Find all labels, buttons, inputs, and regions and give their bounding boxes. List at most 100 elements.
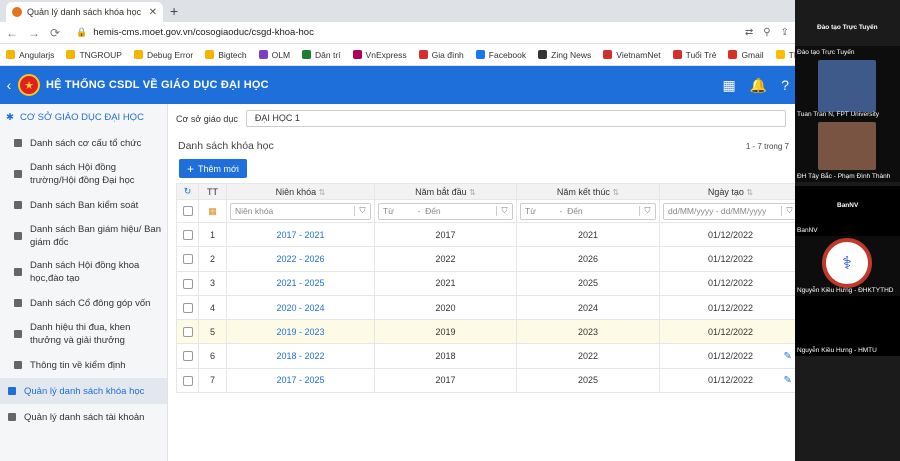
row-checkbox[interactable] bbox=[182, 229, 193, 240]
created-date-cell: 01/12/2022 bbox=[659, 221, 802, 248]
tile-label-center: BanNV bbox=[837, 202, 859, 209]
bookmark-label: Dân trí bbox=[315, 49, 341, 60]
refresh-icon[interactable]: ↻ bbox=[184, 186, 192, 196]
sort-icon[interactable]: ⇅ bbox=[319, 188, 326, 197]
refresh-header[interactable]: ↻ bbox=[176, 183, 199, 200]
table-row[interactable]: 4 2020 - 2024 2020 2024 01/12/2022 bbox=[176, 294, 813, 321]
end-year-header[interactable]: Năm kết thúc ⇅ bbox=[516, 183, 660, 200]
end-year-cell: 2022 bbox=[516, 343, 660, 369]
table-row[interactable]: 1 2017 - 2021 2017 2021 01/12/2022 bbox=[176, 221, 813, 248]
sidebar-item-course-list[interactable]: Quản lý danh sách khóa học bbox=[0, 378, 167, 404]
edit-icon[interactable]: ✎ bbox=[783, 375, 791, 386]
sidebar-item[interactable]: Danh sách Ban giám hiệu/ Ban giám đốc bbox=[0, 218, 167, 254]
bookmark-item[interactable]: Facebook bbox=[475, 50, 526, 60]
nien-khoa-header[interactable]: Niên khóa ⇅ bbox=[226, 183, 375, 200]
nien-khoa-filter[interactable]: Niên khóa ⛉ bbox=[230, 202, 371, 220]
forward-arrow-icon[interactable]: → bbox=[28, 26, 40, 40]
zoom-icon[interactable]: ⚲ bbox=[763, 27, 770, 38]
bookmark-icon bbox=[603, 50, 613, 59]
filter-icon[interactable]: ⛉ bbox=[354, 206, 370, 216]
to-placeholder: Đến bbox=[425, 206, 441, 216]
table-row[interactable]: 62018 - 20222018202201/12/2022✎🗑⋮ bbox=[176, 343, 831, 369]
browser-tab[interactable]: Quản lý danh sách khóa học - H ✕ bbox=[6, 2, 163, 22]
nien-khoa-link[interactable]: 2017 - 2021 bbox=[226, 221, 375, 248]
sidebar-heading[interactable]: ✱ CƠ SỞ GIÁO DỤC ĐẠI HỌC bbox=[0, 104, 167, 130]
sidebar-item[interactable]: Danh hiệu thi đua, khen thưởng và giải t… bbox=[0, 316, 167, 352]
bookmark-item[interactable]: TEAM bbox=[775, 50, 795, 60]
filter-icon[interactable]: ⛉ bbox=[639, 206, 655, 216]
bookmark-item[interactable]: Bigtech bbox=[205, 50, 247, 60]
institution-select[interactable]: ĐẠI HỌC 1 bbox=[245, 110, 786, 127]
created-date-header[interactable]: Ngày tạo ⇅ bbox=[659, 183, 802, 200]
row-checkbox[interactable] bbox=[182, 302, 193, 313]
table-row[interactable]: 3 2021 - 2025 2021 2025 01/12/2022 bbox=[176, 270, 813, 296]
translate-icon[interactable]: ⇄ bbox=[745, 27, 753, 38]
row-checkbox[interactable] bbox=[182, 375, 193, 386]
bookmark-item[interactable]: VnExpress bbox=[352, 50, 407, 60]
video-tile[interactable]: BanNV BanNV bbox=[795, 186, 900, 236]
sidebar-item[interactable]: Danh sách cơ cấu tổ chức bbox=[0, 130, 167, 156]
sort-icon[interactable]: ⇅ bbox=[746, 188, 753, 197]
table-row[interactable]: 72017 - 20252017202501/12/2022✎🗑⋮ bbox=[176, 367, 831, 394]
back-arrow-icon[interactable]: ← bbox=[6, 26, 18, 40]
nien-khoa-link[interactable]: 2021 - 2025 bbox=[226, 270, 375, 296]
nien-khoa-link[interactable]: 2022 - 2026 bbox=[226, 246, 375, 272]
sidebar-item[interactable]: Danh sách Ban kiểm soát bbox=[0, 192, 167, 218]
collapse-sidebar-icon[interactable]: ‹ bbox=[0, 77, 18, 93]
bookmark-icon bbox=[6, 50, 15, 59]
nien-khoa-link[interactable]: 2019 - 2023 bbox=[226, 319, 375, 345]
video-tile[interactable]: Đào tạo Trực Tuyến Tuan Tran N, FPT Univ… bbox=[795, 46, 900, 120]
nien-khoa-link[interactable]: 2020 - 2024 bbox=[226, 294, 375, 321]
reload-icon[interactable]: ⟳ bbox=[50, 26, 60, 40]
add-new-button[interactable]: + Thêm mới bbox=[179, 159, 247, 178]
video-tile[interactable]: ĐH Tây Bắc - Phạm Đình Thành bbox=[795, 120, 900, 182]
video-tile[interactable]: ⚕ Nguyễn Kiều Hưng - ĐHKTYTHD bbox=[795, 236, 900, 296]
bookmark-icon bbox=[475, 50, 485, 59]
bookmark-item[interactable]: Angularjs bbox=[6, 50, 54, 60]
start-year-filter[interactable]: Từ - Đến ⛉ bbox=[378, 202, 513, 220]
bookmark-item[interactable]: VietnamNet bbox=[603, 50, 661, 60]
sort-icon[interactable]: ⇅ bbox=[469, 188, 476, 197]
start-year-header[interactable]: Năm bắt đầu ⇅ bbox=[374, 183, 517, 200]
start-year-cell: 2017 bbox=[374, 221, 517, 248]
select-all-checkbox[interactable] bbox=[182, 206, 193, 217]
bookmark-item[interactable]: TNGROUP bbox=[66, 50, 122, 60]
end-year-cell: 2026 bbox=[516, 246, 660, 272]
created-date-filter[interactable]: dd/MM/yyyy - dd/MM/yyyy ⛉ bbox=[663, 202, 798, 220]
apps-grid-icon[interactable]: ▦ bbox=[723, 77, 736, 94]
sort-icon[interactable]: ⇅ bbox=[612, 188, 619, 197]
nien-khoa-link[interactable]: 2017 - 2025 bbox=[226, 367, 375, 394]
bookmark-item[interactable]: OLM bbox=[258, 50, 290, 60]
row-checkbox[interactable] bbox=[182, 278, 193, 289]
sidebar-item-label: Danh hiệu thi đua, khen thưởng và giải t… bbox=[30, 322, 131, 346]
sidebar-item-accounts[interactable]: Quản lý danh sách tài khoản bbox=[0, 404, 167, 430]
row-checkbox[interactable] bbox=[182, 254, 193, 265]
edit-icon[interactable]: ✎ bbox=[783, 351, 791, 362]
table-row[interactable]: 5 2019 - 2023 2019 2023 01/12/2022 bbox=[176, 319, 813, 345]
sidebar-item[interactable]: Danh sách Hội đồng trường/Hội đồng Đại h… bbox=[0, 156, 167, 192]
row-checkbox[interactable] bbox=[182, 351, 193, 362]
main-content: Cơ sở giáo dục ĐẠI HỌC 1 Danh sách khóa … bbox=[170, 104, 831, 461]
row-checkbox[interactable] bbox=[182, 327, 193, 338]
notification-bell-icon[interactable]: 🔔 bbox=[750, 77, 767, 94]
sidebar-item[interactable]: Danh sách Hội đồng khoa học,đào tạo bbox=[0, 254, 167, 290]
bookmark-item[interactable]: Gmail bbox=[728, 50, 764, 60]
help-icon[interactable]: ? bbox=[781, 77, 789, 93]
video-tile[interactable]: Nguyễn Kiều Hưng - HMTU bbox=[795, 296, 900, 356]
bookmark-item[interactable]: Debug Error bbox=[133, 50, 193, 60]
end-year-filter[interactable]: Từ - Đến ⛉ bbox=[520, 202, 656, 220]
column-chooser-icon[interactable]: ▦ bbox=[208, 206, 217, 216]
new-tab-icon[interactable]: + bbox=[170, 3, 178, 19]
share-icon[interactable]: ⇪ bbox=[781, 27, 789, 38]
filter-icon[interactable]: ⛉ bbox=[496, 206, 512, 216]
sidebar-item[interactable]: Thông tin về kiểm định bbox=[0, 352, 167, 378]
bookmark-item[interactable]: Zing News bbox=[538, 50, 591, 60]
bookmark-item[interactable]: Dân trí bbox=[302, 50, 341, 60]
nien-khoa-link[interactable]: 2018 - 2022 bbox=[226, 343, 375, 369]
close-tab-icon[interactable]: ✕ bbox=[149, 7, 157, 18]
url-field[interactable]: 🔒 hemis-cms.moet.gov.vn/cosogiaoduc/csgd… bbox=[76, 27, 314, 38]
sidebar-item[interactable]: Danh sách Cổ đông góp vốn bbox=[0, 290, 167, 316]
table-row[interactable]: 2 2022 - 2026 2022 2026 01/12/2022 bbox=[176, 246, 813, 272]
bookmark-item[interactable]: Gia đình bbox=[418, 50, 464, 60]
bookmark-item[interactable]: Tuổi Trẻ bbox=[672, 50, 716, 60]
